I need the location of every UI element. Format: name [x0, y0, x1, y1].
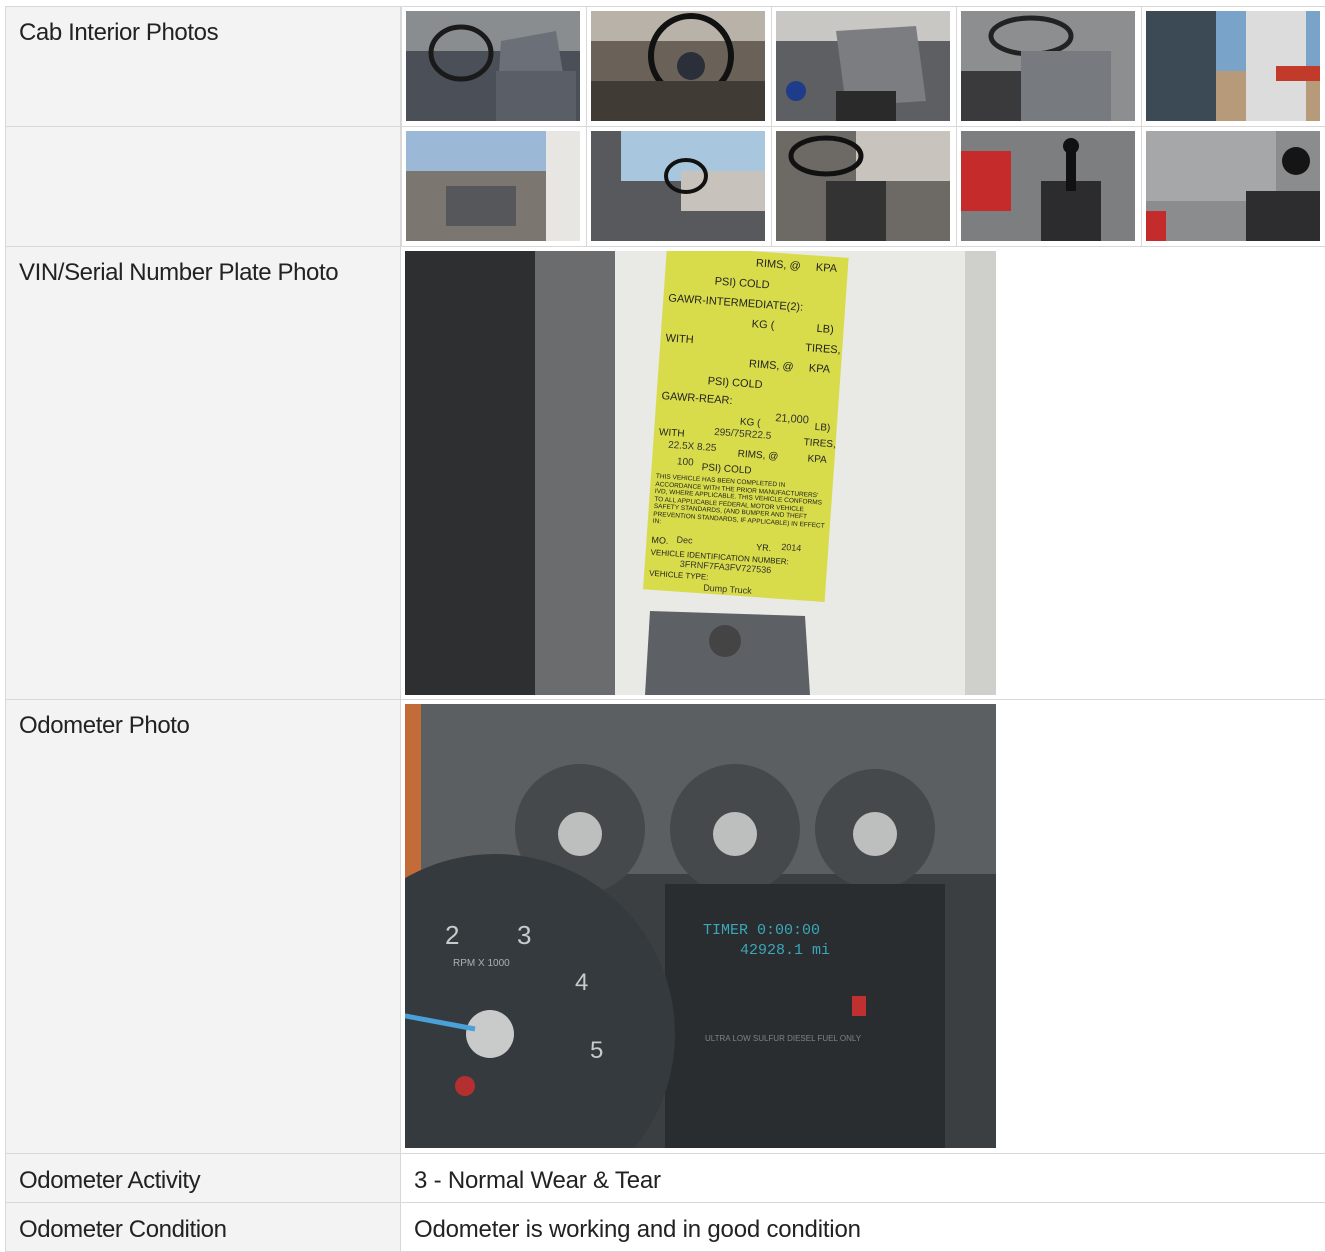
odometer-photo-label: Odometer Photo — [5, 699, 400, 1154]
cab-thumb-3[interactable] — [771, 7, 956, 127]
plate-kg: KG ( — [740, 417, 762, 429]
tach-3: 3 — [517, 920, 531, 950]
cab-interior-row-2 — [5, 126, 1325, 247]
odometer-condition-label: Odometer Condition — [5, 1202, 400, 1252]
plate-tires-word: TIRES, — [803, 437, 836, 450]
plate-l4: KG ( — [751, 318, 775, 332]
tach-5: 5 — [590, 1037, 603, 1064]
tach-4: 4 — [575, 969, 588, 996]
cab-interior-label-empty — [5, 126, 400, 247]
odometer-condition-value: Odometer is working and in good conditio… — [400, 1202, 1325, 1252]
odometer-activity-row: Odometer Activity 3 - Normal Wear & Tear — [5, 1153, 1325, 1203]
plate-l1b: KPA — [815, 262, 838, 275]
odometer-condition-row: Odometer Condition Odometer is working a… — [5, 1202, 1325, 1252]
plate-mo: Dec — [676, 535, 693, 546]
odometer-photo[interactable]: 2 3 RPM X 1000 4 5 TIMER 0:00:00 42928.1… — [405, 704, 996, 1148]
cab-thumb-6[interactable] — [401, 127, 586, 247]
cab-thumb-10[interactable] — [1141, 127, 1325, 247]
plate-yr-label: YR. — [756, 542, 772, 553]
plate-kpa: KPA — [807, 453, 827, 465]
cab-thumb-5[interactable] — [1141, 7, 1325, 127]
cab-thumb-1[interactable] — [401, 7, 586, 127]
cab-thumb-7[interactable] — [586, 127, 771, 247]
plate-l6b: KPA — [808, 362, 831, 375]
plate-compliance: THIS VEHICLE HAS BEEN COMPLETED IN ACCOR… — [652, 472, 825, 530]
plate-with: WITH — [659, 427, 685, 440]
tach-2: 2 — [445, 920, 459, 950]
cab-thumb-9[interactable] — [956, 127, 1141, 247]
plate-mo-label: MO. — [651, 535, 669, 546]
cab-interior-thumbs — [400, 6, 1325, 127]
odometer-timer: TIMER 0:00:00 — [703, 922, 820, 939]
odometer-photo-row: Odometer Photo 2 3 RPM X 1000 4 5 TIMER … — [5, 699, 1325, 1154]
plate-rear-lb: 21,000 — [775, 412, 809, 426]
cab-interior-label: Cab Interior Photos — [5, 6, 400, 127]
cab-interior-thumbs-2 — [400, 126, 1325, 247]
plate-lb: LB) — [814, 422, 830, 434]
vin-plate-cell: RIMS, @ KPA PSI) COLD GAWR-INTERMEDIATE(… — [400, 246, 1325, 700]
fuel-note: ULTRA LOW SULFUR DIESEL FUEL ONLY — [705, 1034, 862, 1043]
odometer-activity-label: Odometer Activity — [5, 1153, 400, 1203]
vin-plate-photo[interactable]: RIMS, @ KPA PSI) COLD GAWR-INTERMEDIATE(… — [405, 251, 996, 695]
plate-yr: 2014 — [781, 542, 802, 553]
plate-psi: 100 — [677, 456, 695, 468]
cab-thumb-8[interactable] — [771, 127, 956, 247]
vin-plate-row: VIN/Serial Number Plate Photo RIMS, @ KP… — [5, 246, 1325, 700]
odometer-photo-cell: 2 3 RPM X 1000 4 5 TIMER 0:00:00 42928.1… — [400, 699, 1325, 1154]
cab-thumb-2[interactable] — [586, 7, 771, 127]
plate-l5: WITH — [665, 332, 694, 346]
cab-interior-row: Cab Interior Photos — [5, 6, 1325, 127]
odometer-activity-value: 3 - Normal Wear & Tear — [400, 1153, 1325, 1203]
vin-plate-label: VIN/Serial Number Plate Photo — [5, 246, 400, 700]
plate-l5b: TIRES, — [805, 342, 841, 356]
plate-l4b: LB) — [816, 323, 834, 336]
tach-rpm: RPM X 1000 — [453, 958, 510, 969]
cab-thumb-4[interactable] — [956, 7, 1141, 127]
odometer-mileage: 42928.1 mi — [740, 942, 830, 959]
